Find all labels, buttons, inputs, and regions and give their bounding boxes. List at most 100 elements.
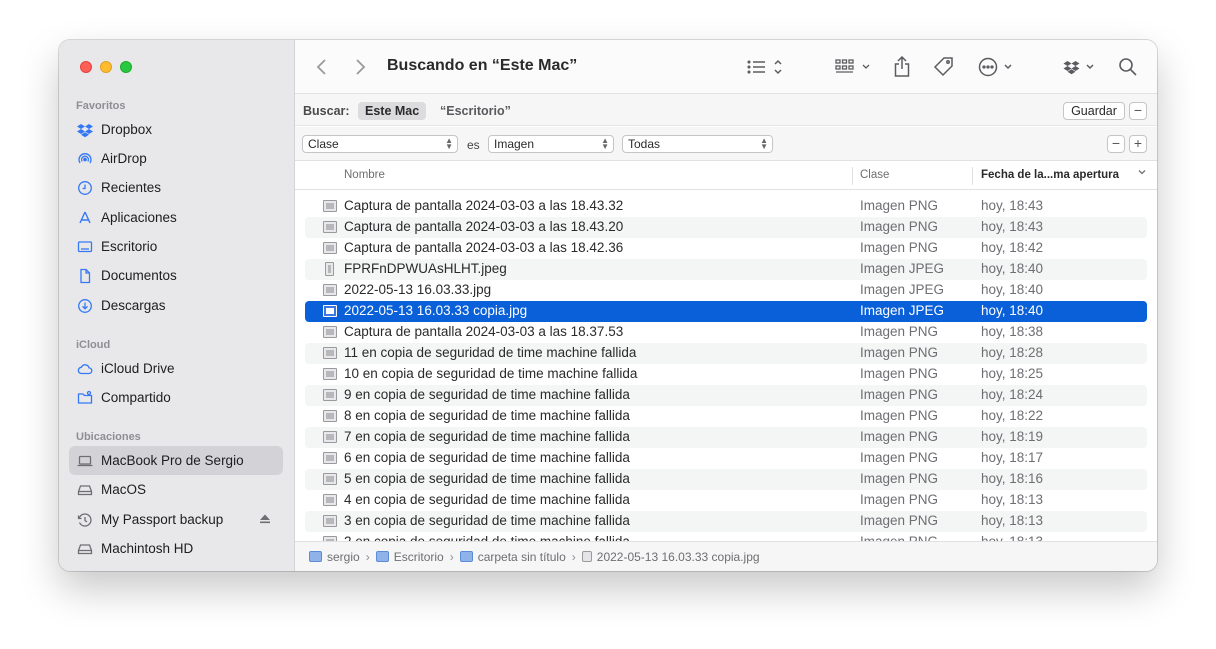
- attribute-select[interactable]: Clase ▲ ▼: [302, 135, 458, 153]
- file-kind: Imagen PNG: [860, 534, 938, 541]
- file-name: 7 en copia de seguridad de time machine …: [344, 429, 630, 444]
- minimize-window-button[interactable]: [100, 61, 112, 73]
- file-name: 9 en copia de seguridad de time machine …: [344, 387, 630, 402]
- file-row[interactable]: Captura de pantalla 2024-03-03 a las 18.…: [305, 217, 1147, 238]
- sidebar-item-my-passport-backup[interactable]: My Passport backup: [69, 505, 283, 534]
- image-file-icon: [323, 368, 337, 380]
- file-row[interactable]: 4 en copia de seguridad de time machine …: [305, 490, 1147, 511]
- file-name: Captura de pantalla 2024-03-03 a las 18.…: [344, 324, 624, 339]
- attribute-value: Clase: [308, 137, 339, 151]
- file-row[interactable]: 2022-05-13 16.03.33 copia.jpg Imagen JPEG…: [305, 301, 1147, 322]
- file-row[interactable]: FPRFnDPWUAsHLHT.jpeg Imagen JPEG hoy, 18:4…: [305, 259, 1147, 280]
- file-row[interactable]: 6 en copia de seguridad de time machine …: [305, 448, 1147, 469]
- scope-este-mac-button[interactable]: Este Mac: [358, 102, 427, 120]
- image-file-icon: [323, 284, 337, 296]
- file-kind: Imagen PNG: [860, 198, 939, 213]
- file-name: 4 en copia de seguridad de time machine …: [344, 492, 630, 507]
- share-icon: [894, 56, 910, 77]
- qualifier-select[interactable]: Todas ▲ ▼: [622, 135, 773, 153]
- sidebar-item-label: MacOS: [101, 482, 147, 497]
- column-name-header[interactable]: Nombre: [344, 169, 385, 181]
- sort-chevron-down-icon[interactable]: [1137, 167, 1147, 180]
- sidebar-item-icloud-drive[interactable]: iCloud Drive: [69, 354, 283, 383]
- file-row[interactable]: 5 en copia de seguridad de time machine …: [305, 469, 1147, 490]
- file-row[interactable]: 2 en copia de seguridad de time machine …: [305, 532, 1147, 541]
- home-folder-icon: [309, 551, 322, 562]
- sidebar-item-documentos[interactable]: Documentos: [69, 261, 283, 290]
- eject-icon[interactable]: [259, 513, 271, 525]
- file-row[interactable]: Captura de pantalla 2024-03-03 a las 18.…: [305, 322, 1147, 343]
- tags-button[interactable]: [933, 55, 955, 79]
- sidebar-item-macos[interactable]: MacOS: [69, 475, 283, 504]
- file-row[interactable]: 11 en copia de seguridad de time machine…: [305, 343, 1147, 364]
- share-button[interactable]: [893, 55, 911, 79]
- desktop-folder-icon: [375, 551, 389, 562]
- sidebar-item-machintosh-hd[interactable]: Machintosh HD: [69, 534, 283, 563]
- file-date: hoy, 18:25: [981, 366, 1044, 381]
- save-search-button[interactable]: Guardar: [1063, 102, 1125, 120]
- file-kind: Imagen JPEG: [860, 303, 945, 318]
- back-button[interactable]: [315, 55, 329, 79]
- file-row[interactable]: 10 en copia de seguridad de time machine…: [305, 364, 1147, 385]
- forward-button[interactable]: [353, 55, 367, 79]
- column-kind-header[interactable]: Clase: [860, 169, 889, 181]
- sidebar-item-recientes[interactable]: Recientes: [69, 173, 283, 202]
- main-area: Buscando en “Este Mac” Buscar: Este Mac …: [295, 40, 1157, 571]
- file-row[interactable]: 3 en copia de seguridad de time machine …: [305, 511, 1147, 532]
- more-actions-button[interactable]: [978, 55, 1016, 79]
- path-segment[interactable]: carpeta sin título: [459, 550, 566, 564]
- image-file-icon: [581, 551, 592, 562]
- search-button[interactable]: [1118, 55, 1138, 79]
- path-separator-icon: ›: [571, 549, 576, 564]
- zoom-window-button[interactable]: [120, 61, 132, 73]
- search-scope-bar: Buscar: Este Mac “Escritorio” Guardar −: [295, 94, 1157, 126]
- sidebar-heading-favorites: Favoritos: [76, 100, 126, 112]
- file-name: 11 en copia de seguridad de time machine…: [344, 345, 637, 360]
- file-kind: Imagen PNG: [860, 345, 939, 360]
- path-segment[interactable]: 2022-05-13 16.03.33 copia.jpg: [581, 550, 760, 564]
- sidebar-item-macbook-pro[interactable]: MacBook Pro de Sergio: [69, 446, 283, 475]
- add-criteria-button[interactable]: +: [1129, 135, 1147, 153]
- laptop-icon: [77, 453, 93, 469]
- path-segment[interactable]: Escritorio: [375, 550, 444, 564]
- file-date: hoy, 18:40: [981, 303, 1044, 318]
- group-button[interactable]: [835, 55, 875, 79]
- column-separator[interactable]: [852, 167, 853, 185]
- file-row[interactable]: 7 en copia de seguridad de time machine …: [305, 427, 1147, 448]
- sidebar-item-escritorio[interactable]: Escritorio: [69, 232, 283, 261]
- file-date: hoy, 18:28: [981, 345, 1044, 360]
- close-window-button[interactable]: [80, 61, 92, 73]
- remove-criteria-button[interactable]: −: [1107, 135, 1125, 153]
- sidebar-item-aplicaciones[interactable]: Aplicaciones: [69, 203, 283, 232]
- file-name: 8 en copia de seguridad de time machine …: [344, 408, 630, 423]
- view-options-button[interactable]: [747, 55, 787, 79]
- sidebar-item-compartido[interactable]: Compartido: [69, 383, 283, 412]
- scope-escritorio-button[interactable]: “Escritorio”: [440, 104, 511, 118]
- sidebar-item-descargas[interactable]: Descargas: [69, 291, 283, 320]
- sidebar-item-dropbox[interactable]: Dropbox: [69, 115, 283, 144]
- column-date-header[interactable]: Fecha de la...ma apertura: [981, 169, 1119, 181]
- sidebar-item-label: Dropbox: [101, 122, 153, 137]
- sidebar-item-airdrop[interactable]: AirDrop: [69, 144, 283, 173]
- remove-search-button[interactable]: −: [1129, 102, 1147, 120]
- file-kind: Imagen PNG: [860, 219, 939, 234]
- file-row[interactable]: 9 en copia de seguridad de time machine …: [305, 385, 1147, 406]
- file-name: 2 en copia de seguridad de time machine …: [344, 534, 630, 541]
- file-row[interactable]: 8 en copia de seguridad de time machine …: [305, 406, 1147, 427]
- path-segment[interactable]: sergio: [309, 550, 360, 564]
- dropbox-menu-button[interactable]: [1063, 55, 1099, 79]
- file-name: 2022-05-13 16.03.33.jpg: [344, 282, 492, 297]
- grid-group-icon: [835, 59, 870, 73]
- path-bar: sergio › Escritorio › carpeta sin título › 202…: [295, 541, 1157, 571]
- file-date: hoy, 18:42: [981, 240, 1044, 255]
- file-row[interactable]: Captura de pantalla 2024-03-03 a las 18.…: [305, 196, 1147, 217]
- file-row[interactable]: Captura de pantalla 2024-03-03 a las 18.…: [305, 238, 1147, 259]
- file-name: Captura de pantalla 2024-03-03 a las 18.…: [344, 240, 624, 255]
- column-separator[interactable]: [972, 167, 973, 185]
- clock-icon: [77, 180, 93, 196]
- file-row[interactable]: 2022-05-13 16.03.33.jpg Imagen JPEG hoy, 1…: [305, 280, 1147, 301]
- operator-label: es: [467, 138, 480, 152]
- file-kind: Imagen PNG: [860, 366, 939, 381]
- value-select[interactable]: Imagen ▲ ▼: [488, 135, 614, 153]
- desktop-icon: [77, 239, 93, 255]
